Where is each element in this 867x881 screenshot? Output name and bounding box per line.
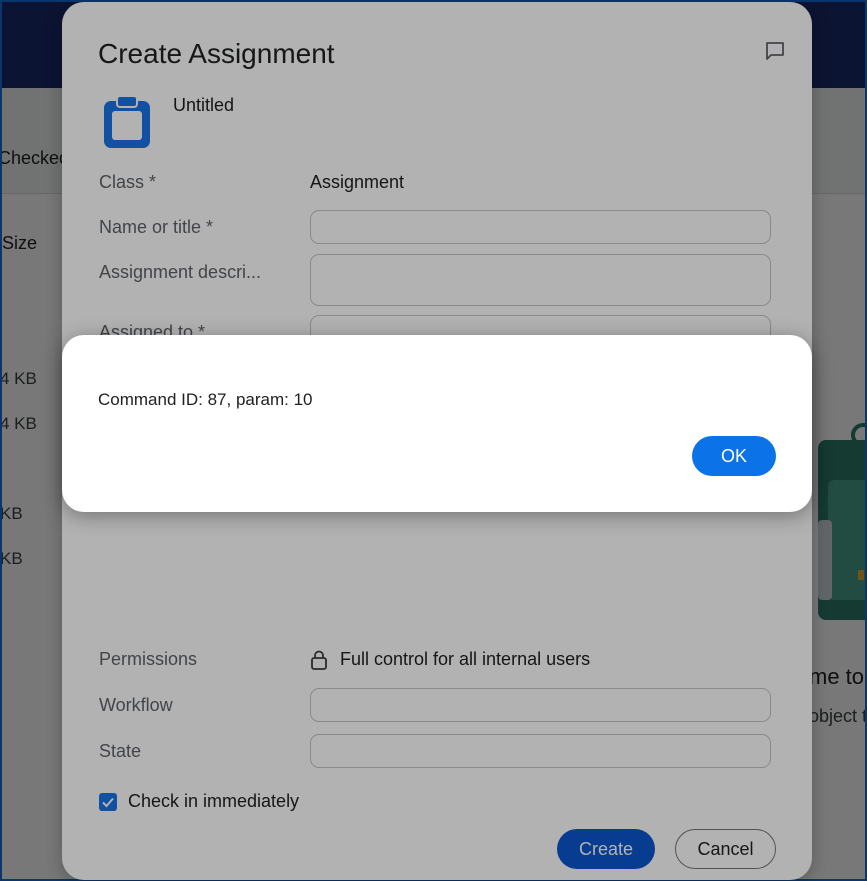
- ok-button[interactable]: OK: [692, 436, 776, 476]
- alert-dialog: Command ID: 87, param: 10 OK: [62, 335, 812, 512]
- alert-message: Command ID: 87, param: 10: [98, 390, 313, 409]
